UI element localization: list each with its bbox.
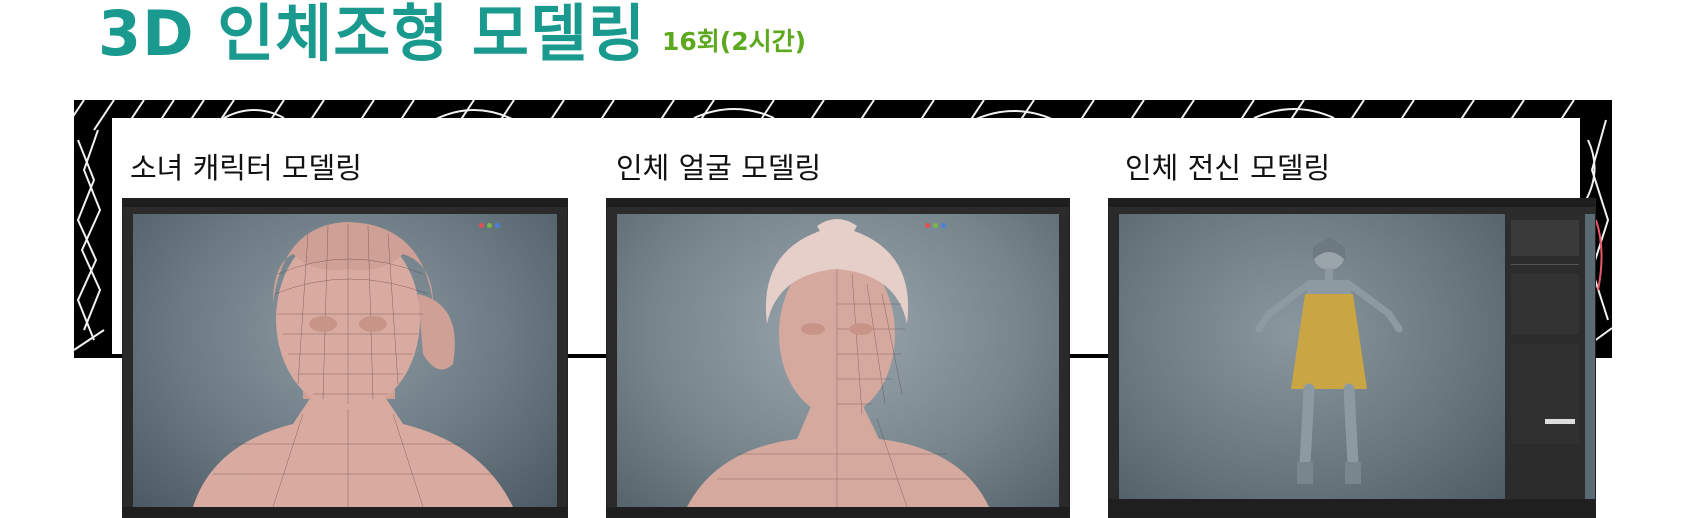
screenshot-full-body bbox=[1108, 198, 1596, 518]
menu-bar bbox=[607, 199, 1069, 207]
viewport-3d[interactable] bbox=[133, 214, 557, 507]
properties-panel[interactable] bbox=[1505, 214, 1585, 507]
section-caption-body: 인체 전신 모델링 bbox=[1125, 151, 1331, 185]
header-bar bbox=[1109, 207, 1595, 214]
timeline-bar[interactable] bbox=[123, 507, 567, 517]
gizmo-x-icon[interactable] bbox=[479, 223, 484, 228]
menu-bar bbox=[123, 199, 567, 207]
gizmo-z-icon[interactable] bbox=[495, 223, 500, 228]
viewport-3d[interactable] bbox=[617, 214, 1059, 507]
screenshot-face-model bbox=[606, 198, 1070, 518]
section-caption-face: 인체 얼굴 모델링 bbox=[616, 151, 822, 185]
timeline-bar[interactable] bbox=[607, 507, 1069, 517]
gizmo-z-icon[interactable] bbox=[941, 223, 946, 228]
header-bar bbox=[123, 207, 567, 214]
tool-shelf[interactable] bbox=[1109, 214, 1119, 507]
gizmo-y-icon[interactable] bbox=[487, 223, 492, 228]
section-caption-girl: 소녀 캐릭터 모델링 bbox=[130, 151, 362, 185]
tool-shelf[interactable] bbox=[607, 214, 617, 507]
properties-strip[interactable] bbox=[557, 214, 567, 507]
header-bar bbox=[607, 207, 1069, 214]
session-count: 16회(2시간) bbox=[662, 27, 807, 56]
gizmo-y-icon[interactable] bbox=[933, 223, 938, 228]
screenshot-girl-character bbox=[122, 198, 568, 518]
viewport-3d[interactable] bbox=[1119, 214, 1505, 507]
tool-shelf[interactable] bbox=[123, 214, 133, 507]
properties-strip[interactable] bbox=[1059, 214, 1069, 507]
page-title: 3D 인체조형 모델링 bbox=[98, 0, 647, 70]
timeline-bar[interactable] bbox=[1109, 499, 1595, 517]
menu-bar bbox=[1109, 199, 1595, 207]
gizmo-x-icon[interactable] bbox=[925, 223, 930, 228]
